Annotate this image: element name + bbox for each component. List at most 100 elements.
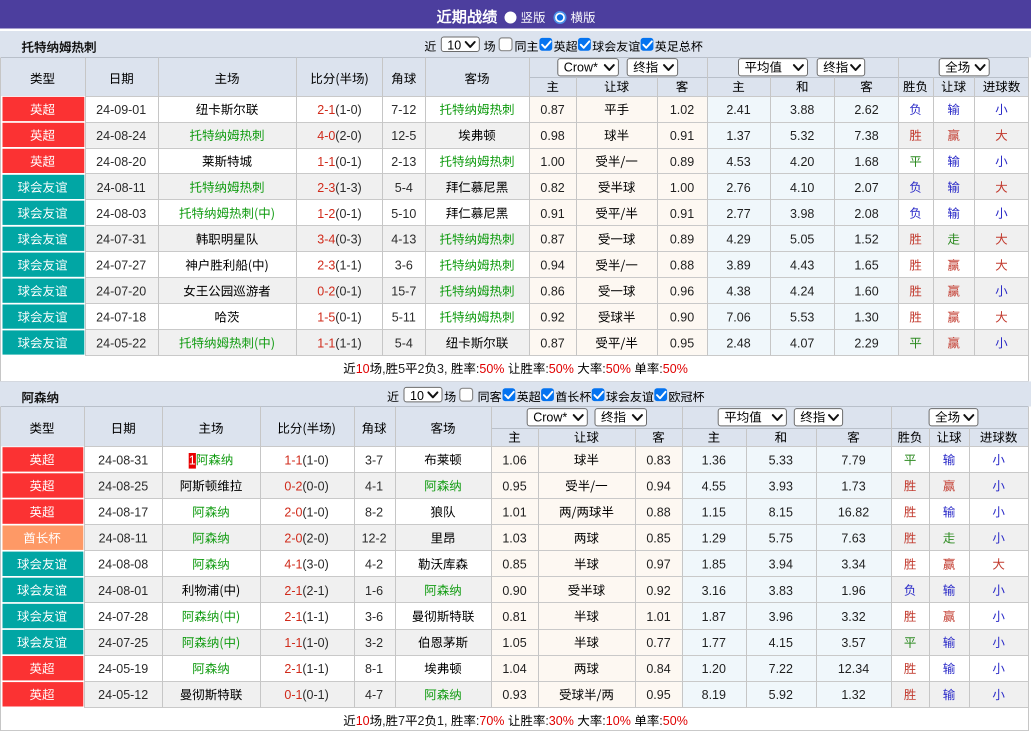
svg-text:24-08-20: 24-08-20	[96, 155, 146, 169]
svg-text:4.53: 4.53	[726, 155, 750, 169]
svg-text:24-05-12: 24-05-12	[98, 688, 148, 702]
svg-text:(1-3): (1-3)	[335, 181, 361, 195]
svg-text:2-1: 2-1	[284, 662, 302, 676]
svg-text:1.06: 1.06	[502, 453, 526, 467]
svg-text:2: 2	[418, 714, 425, 728]
svg-text:24-07-20: 24-07-20	[96, 285, 146, 299]
svg-text:4-0: 4-0	[317, 129, 335, 143]
svg-text:0.95: 0.95	[670, 337, 694, 351]
svg-text:2-1: 2-1	[284, 610, 302, 624]
svg-text:4-1: 4-1	[365, 479, 383, 493]
svg-text:1.03: 1.03	[502, 532, 526, 546]
svg-text:7.22: 7.22	[769, 662, 793, 676]
svg-text:2.62: 2.62	[854, 103, 878, 117]
svg-text:1.68: 1.68	[854, 155, 878, 169]
svg-text:2-13: 2-13	[391, 155, 416, 169]
svg-text:5.75: 5.75	[769, 532, 793, 546]
svg-text:24-07-31: 24-07-31	[96, 233, 146, 247]
svg-text:0.92: 0.92	[646, 584, 670, 598]
svg-text:4.55: 4.55	[702, 479, 726, 493]
svg-text:24-08-11: 24-08-11	[97, 181, 146, 195]
svg-text:1-1: 1-1	[317, 337, 335, 351]
svg-text:1: 1	[189, 453, 196, 467]
svg-text:50%: 50%	[663, 714, 688, 728]
svg-text:24-07-25: 24-07-25	[98, 636, 148, 650]
svg-text:2-3: 2-3	[317, 259, 335, 273]
svg-text:4-7: 4-7	[365, 688, 383, 702]
svg-text:5-4: 5-4	[395, 181, 413, 195]
svg-text:3.32: 3.32	[841, 610, 865, 624]
svg-text:0.89: 0.89	[670, 233, 694, 247]
svg-text:1.87: 1.87	[702, 610, 726, 624]
svg-text:3-6: 3-6	[365, 610, 383, 624]
svg-text:(2-1): (2-1)	[302, 584, 328, 598]
svg-text:0.84: 0.84	[646, 662, 670, 676]
svg-text:0.89: 0.89	[670, 155, 694, 169]
svg-text:24-08-31: 24-08-31	[98, 453, 148, 467]
svg-text:8.15: 8.15	[769, 506, 793, 520]
svg-text:2: 2	[418, 362, 425, 376]
svg-text:0.83: 0.83	[646, 453, 670, 467]
svg-text:0-2: 0-2	[284, 479, 302, 493]
svg-text:Crow*: Crow*	[533, 411, 567, 425]
svg-text:1.32: 1.32	[841, 688, 865, 702]
svg-text:(0-1): (0-1)	[335, 311, 361, 325]
svg-text:(1-1): (1-1)	[335, 259, 361, 273]
svg-text:1.20: 1.20	[702, 662, 726, 676]
svg-text:1.65: 1.65	[854, 259, 878, 273]
svg-text:(0-1): (0-1)	[335, 207, 361, 221]
svg-text:0.97: 0.97	[646, 558, 670, 572]
svg-text:24-08-17: 24-08-17	[98, 506, 148, 520]
svg-text:0.91: 0.91	[670, 207, 694, 221]
svg-text:3.98: 3.98	[790, 207, 814, 221]
svg-text:24-08-08: 24-08-08	[98, 558, 148, 572]
svg-text:4.43: 4.43	[790, 259, 814, 273]
svg-text:12-5: 12-5	[391, 129, 416, 143]
svg-text:1.00: 1.00	[540, 155, 564, 169]
svg-text:,: ,	[382, 362, 385, 376]
svg-text:4.24: 4.24	[790, 285, 814, 299]
svg-text:3,: 3,	[437, 362, 447, 376]
svg-text:0.91: 0.91	[670, 129, 694, 143]
svg-text:0-1: 0-1	[284, 688, 302, 702]
svg-text:24-09-01: 24-09-01	[96, 103, 146, 117]
svg-text:7.79: 7.79	[841, 453, 865, 467]
svg-text:7.38: 7.38	[854, 129, 878, 143]
svg-text:2.48: 2.48	[726, 337, 750, 351]
svg-text:24-07-27: 24-07-27	[96, 259, 146, 273]
svg-text:1.05: 1.05	[502, 636, 526, 650]
svg-text:3-7: 3-7	[365, 453, 383, 467]
svg-text:2.29: 2.29	[854, 337, 878, 351]
svg-text:Crow*: Crow*	[564, 61, 598, 75]
svg-text:1.04: 1.04	[502, 662, 526, 676]
svg-text:50%: 50%	[549, 362, 574, 376]
svg-text:5: 5	[398, 362, 405, 376]
svg-text:2-1: 2-1	[284, 584, 302, 598]
svg-text:0.90: 0.90	[502, 584, 526, 598]
svg-text:(0-1): (0-1)	[335, 155, 361, 169]
svg-text:3-6: 3-6	[395, 259, 413, 273]
svg-text:(1-0): (1-0)	[302, 453, 328, 467]
svg-text:1.85: 1.85	[702, 558, 726, 572]
svg-text:1.96: 1.96	[841, 584, 865, 598]
svg-text:(0-1): (0-1)	[335, 285, 361, 299]
svg-text:0.91: 0.91	[540, 207, 564, 221]
svg-text:2.77: 2.77	[726, 207, 750, 221]
svg-text:24-08-01: 24-08-01	[98, 584, 148, 598]
svg-text:3-2: 3-2	[365, 636, 383, 650]
svg-text:24-07-28: 24-07-28	[98, 610, 148, 624]
svg-text:7: 7	[398, 714, 405, 728]
svg-text:0.90: 0.90	[670, 311, 694, 325]
svg-text:5.33: 5.33	[769, 453, 793, 467]
svg-text:8-2: 8-2	[365, 506, 383, 520]
svg-text:(1-1): (1-1)	[302, 662, 328, 676]
svg-text:50%: 50%	[479, 362, 504, 376]
svg-text:1.00: 1.00	[670, 181, 694, 195]
svg-text:1-1: 1-1	[284, 636, 302, 650]
svg-text:1.60: 1.60	[854, 285, 878, 299]
svg-text:1-5: 1-5	[317, 311, 335, 325]
svg-text:3-4: 3-4	[317, 233, 335, 247]
svg-text:3.83: 3.83	[769, 584, 793, 598]
svg-text:3.89: 3.89	[726, 259, 750, 273]
svg-text:0.88: 0.88	[670, 259, 694, 273]
